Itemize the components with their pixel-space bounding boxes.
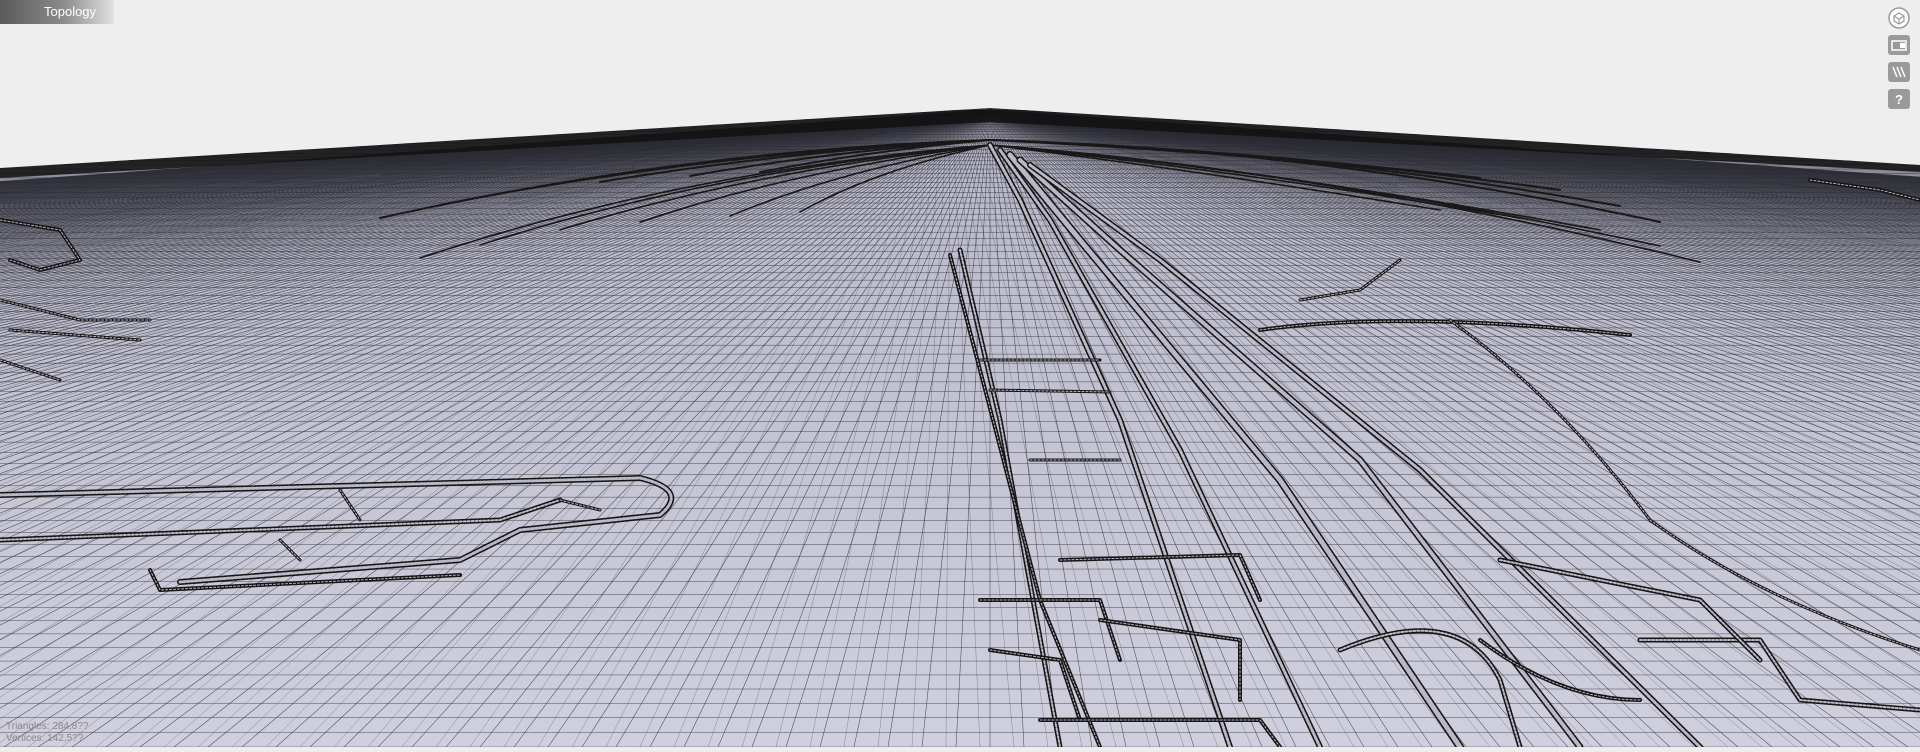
window-button[interactable] xyxy=(1888,35,1910,55)
help-button[interactable]: ? xyxy=(1888,89,1910,109)
viewer-title: Topology xyxy=(0,0,114,24)
3d-viewport[interactable] xyxy=(0,0,1920,747)
mesh-stats: Triangles: 284,8?? Vertices: 142,5?? xyxy=(6,721,88,745)
view-cube-button[interactable] xyxy=(1888,8,1910,28)
viewer-toolbar: ? xyxy=(1888,8,1912,116)
view-cube-icon xyxy=(1888,7,1910,29)
vertex-count: Vertices: 142,5?? xyxy=(6,733,88,745)
help-icon: ? xyxy=(1895,92,1903,107)
terrain-wireframe-mesh[interactable] xyxy=(0,0,1920,747)
texture-button[interactable] xyxy=(1888,62,1910,82)
texture-icon xyxy=(1891,65,1907,79)
triangle-count: Triangles: 284,8?? xyxy=(6,721,88,733)
window-icon xyxy=(1891,39,1907,51)
